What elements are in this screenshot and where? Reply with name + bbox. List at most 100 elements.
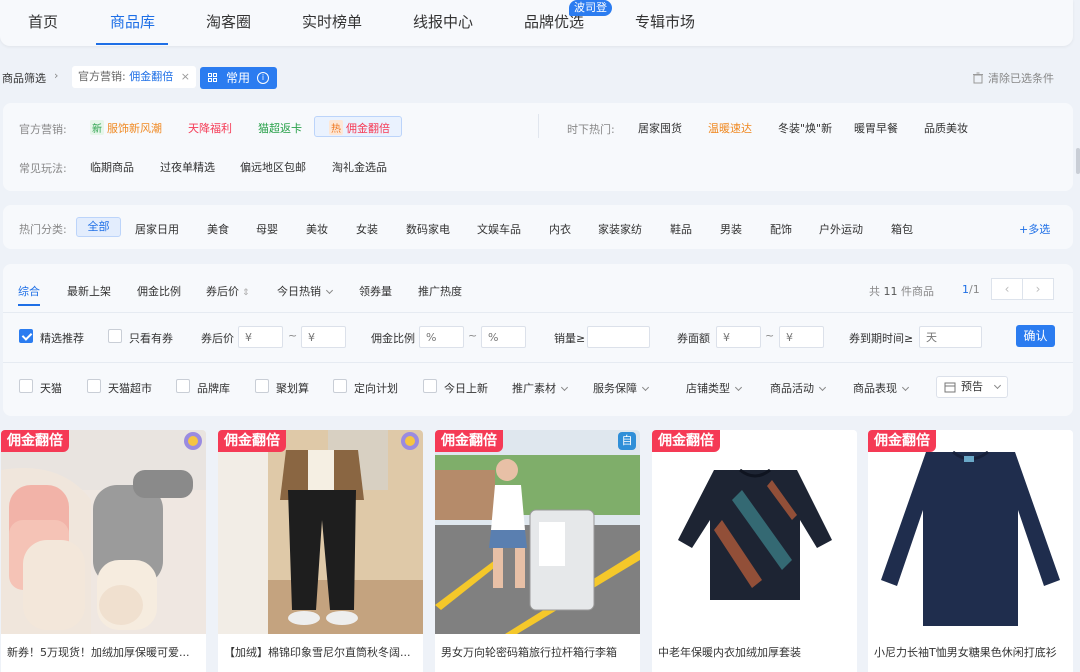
- chevron-down-icon: [818, 383, 827, 392]
- product-card[interactable]: 佣金翻倍 中老年保暖内衣加绒加厚套装: [652, 430, 857, 672]
- category-item[interactable]: 女装: [356, 221, 378, 237]
- category-item[interactable]: 箱包: [891, 221, 913, 237]
- product-activity-dropdown[interactable]: 商品活动: [770, 380, 827, 396]
- new-today-checkbox[interactable]: [423, 379, 437, 393]
- marketing-item-fashion[interactable]: 新服饰新风潮: [90, 120, 162, 136]
- category-label: 热门分类:: [19, 223, 67, 236]
- play-item[interactable]: 过夜单精选: [160, 159, 215, 175]
- product-image-luggage: [435, 430, 640, 634]
- category-item[interactable]: 家装家纺: [598, 221, 642, 237]
- nav-taoke-circle[interactable]: 淘客圈: [206, 11, 251, 32]
- close-icon[interactable]: ×: [181, 70, 190, 83]
- play-label: 常见玩法:: [19, 162, 67, 175]
- commission-label: 佣金比例: [371, 332, 415, 345]
- range-separator: ~: [288, 329, 298, 342]
- coupon-min-input[interactable]: [716, 326, 761, 348]
- page-indicator: 1/1: [962, 283, 980, 296]
- category-item[interactable]: 男装: [720, 221, 742, 237]
- chip-prefix: 官方营销:: [78, 70, 126, 83]
- promo-material-dropdown[interactable]: 推广素材: [512, 380, 569, 396]
- shop-type-dropdown[interactable]: 店铺类型: [686, 380, 743, 396]
- category-item[interactable]: 美妆: [306, 221, 328, 237]
- product-title[interactable]: 【加绒】棉锦印象雪尼尔直筒秋冬阔...: [224, 644, 419, 660]
- commission-double-tag: 佣金翻倍: [435, 430, 503, 452]
- product-title[interactable]: 男女万向轮密码箱旅行拉杆箱行李箱: [441, 644, 636, 660]
- common-filters-button[interactable]: 常用 i: [200, 67, 277, 89]
- brand-library-checkbox[interactable]: [176, 379, 190, 393]
- calendar-icon: [944, 382, 956, 393]
- category-item[interactable]: 文娱车品: [477, 221, 521, 237]
- play-item[interactable]: 偏远地区包邮: [240, 159, 306, 175]
- hot-item[interactable]: 品质美妆: [924, 120, 968, 136]
- category-item[interactable]: 母婴: [256, 221, 278, 237]
- category-item[interactable]: 美食: [207, 221, 229, 237]
- new-badge: 新: [90, 120, 104, 135]
- marketing-item-welfare[interactable]: 天降福利: [188, 120, 232, 136]
- coupon-value-label: 券面额: [677, 332, 710, 345]
- nav-realtime-ranking[interactable]: 实时榜单: [302, 11, 362, 32]
- hot-item[interactable]: 冬装"焕"新: [778, 120, 832, 136]
- category-item[interactable]: 居家日用: [135, 221, 179, 237]
- play-item[interactable]: 淘礼金选品: [332, 159, 387, 175]
- nav-home[interactable]: 首页: [28, 11, 58, 32]
- info-icon: i: [257, 72, 269, 84]
- category-item[interactable]: 鞋品: [670, 221, 692, 237]
- product-title[interactable]: 中老年保暖内衣加绒加厚套装: [658, 644, 853, 660]
- marketing-item-tmall-card[interactable]: 猫超返卡: [258, 120, 302, 136]
- hot-item[interactable]: 居家囤货: [638, 120, 682, 136]
- category-item[interactable]: 数码家电: [406, 221, 450, 237]
- sort-coupon-count[interactable]: 领券量: [359, 283, 392, 299]
- prev-page-button[interactable]: ‹: [991, 278, 1023, 300]
- sort-promo-heat[interactable]: 推广热度: [418, 283, 462, 299]
- commission-double-tag: 佣金翻倍: [652, 430, 720, 452]
- sort-comprehensive[interactable]: 综合: [18, 283, 40, 299]
- clear-conditions-button[interactable]: 清除已选条件: [972, 70, 1054, 86]
- category-item-all[interactable]: 全部: [76, 217, 121, 237]
- product-title[interactable]: 小尼力长袖T恤男女糖果色休闲打底衫: [874, 644, 1069, 660]
- service-dropdown[interactable]: 服务保障: [593, 380, 650, 396]
- category-item[interactable]: 户外运动: [819, 221, 863, 237]
- preview-dropdown[interactable]: 预告: [936, 376, 1008, 398]
- product-card[interactable]: 佣金翻倍 【加绒】棉锦印象雪尼尔直筒秋冬阔...: [218, 430, 423, 672]
- category-item[interactable]: 配饰: [770, 221, 792, 237]
- sort-price[interactable]: 券后价 ⇕: [206, 283, 250, 299]
- tmall-supermarket-checkbox[interactable]: [87, 379, 101, 393]
- price-min-input[interactable]: [238, 326, 283, 348]
- product-card[interactable]: 佣金翻倍 自 男女万向轮密码箱旅行拉杆箱行李箱: [435, 430, 640, 672]
- product-image-gloves: [1, 430, 206, 634]
- multi-select-button[interactable]: +多选: [1019, 221, 1050, 237]
- juhuasuan-checkbox[interactable]: [255, 379, 269, 393]
- coin-icon: [184, 432, 202, 450]
- play-item[interactable]: 临期商品: [90, 159, 134, 175]
- targeted-plan-checkbox[interactable]: [333, 379, 347, 393]
- product-card[interactable]: 佣金翻倍 新券！5万现货！加绒加厚保暖可爱...: [1, 430, 206, 672]
- hot-item[interactable]: 温暖速达: [708, 120, 752, 136]
- next-page-button[interactable]: ›: [1022, 278, 1054, 300]
- commission-max-input[interactable]: [481, 326, 526, 348]
- featured-checkbox[interactable]: [19, 329, 33, 343]
- nav-album-market[interactable]: 专辑市场: [635, 11, 695, 32]
- confirm-button[interactable]: 确认: [1016, 325, 1055, 347]
- sort-hot-today[interactable]: 今日热销: [277, 283, 334, 299]
- sort-commission[interactable]: 佣金比例: [137, 283, 181, 299]
- product-image-thermal-wear: [652, 430, 857, 634]
- product-performance-dropdown[interactable]: 商品表现: [853, 380, 910, 396]
- category-item[interactable]: 内衣: [549, 221, 571, 237]
- sort-newest[interactable]: 最新上架: [67, 283, 111, 299]
- tmall-checkbox[interactable]: [19, 379, 33, 393]
- commission-double-tag: 佣金翻倍: [218, 430, 286, 452]
- selected-condition-chip[interactable]: 官方营销: 佣金翻倍 ×: [72, 66, 196, 88]
- scrollbar-handle[interactable]: [1076, 148, 1080, 174]
- coupon-only-checkbox[interactable]: [108, 329, 122, 343]
- price-max-input[interactable]: [301, 326, 346, 348]
- nav-product-library[interactable]: 商品库: [110, 11, 155, 32]
- sales-input[interactable]: [587, 326, 650, 348]
- hot-item[interactable]: 暖胃早餐: [854, 120, 898, 136]
- coupon-max-input[interactable]: [779, 326, 824, 348]
- nav-deal-center[interactable]: 线报中心: [413, 11, 473, 32]
- product-title[interactable]: 新券！5万现货！加绒加厚保暖可爱...: [7, 644, 202, 660]
- commission-min-input[interactable]: [419, 326, 464, 348]
- product-card[interactable]: 佣金翻倍 小尼力长袖T恤男女糖果色休闲打底衫: [868, 430, 1073, 672]
- expiry-input[interactable]: [919, 326, 982, 348]
- top-nav: 首页 商品库 淘客圈 实时榜单 线报中心 品牌优选 专辑市场 波司登: [0, 0, 1073, 46]
